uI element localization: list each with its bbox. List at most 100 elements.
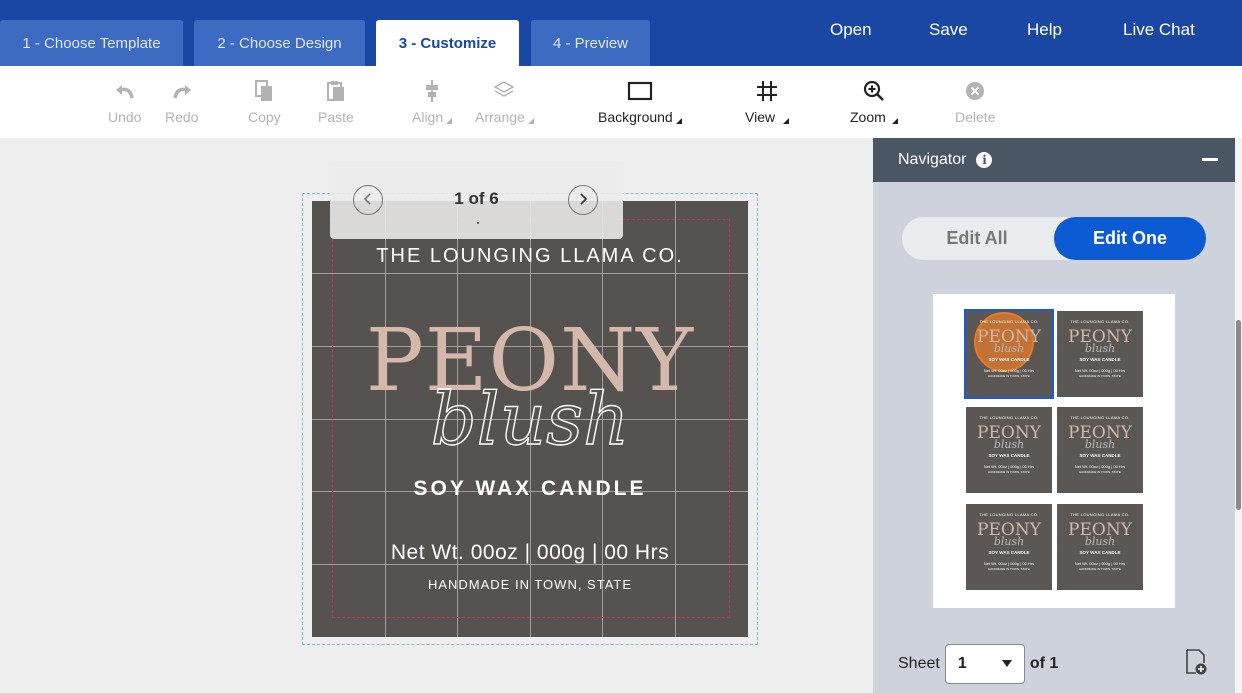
paste-button[interactable]: Paste: [318, 78, 354, 125]
zoom-button[interactable]: Zoom: [850, 78, 898, 125]
page-indicator: 1 of 6: [454, 189, 499, 208]
thumbnail-text: blush: [1084, 535, 1116, 548]
label-company-text[interactable]: THE LOUNGING LLAMA CO.: [312, 245, 748, 268]
redo-button[interactable]: Redo: [165, 78, 198, 125]
align-label: Align: [412, 109, 453, 125]
sheet-thumbnail[interactable]: THE LOUNGING LLAMA CO. PEONY blush SOY WAX …: [966, 407, 1052, 493]
edit-one-button[interactable]: Edit One: [1054, 217, 1206, 260]
paste-icon: [326, 78, 345, 104]
add-page-icon[interactable]: [1185, 649, 1207, 675]
open-link[interactable]: Open: [830, 20, 872, 40]
rectangle-icon: [627, 78, 653, 104]
thumbnail-text: blush: [993, 535, 1025, 548]
scrollbar[interactable]: [1235, 138, 1242, 693]
delete-label: Delete: [955, 109, 996, 125]
thumbnail-text: THE LOUNGING LLAMA CO.: [1070, 319, 1130, 324]
design-canvas: THE LOUNGING LLAMA CO. PEONY blush SOY W…: [0, 138, 873, 693]
delete-circle-icon: [965, 78, 985, 104]
thumbnail-text: Net Wt. 00oz | 000g | 00 Hrs: [1074, 368, 1126, 373]
sheet-label: Sheet: [898, 655, 940, 672]
thumbnail-text: HANDMADE IN TOWN, STATE: [1079, 470, 1121, 474]
zoom-in-icon: [863, 78, 885, 104]
align-button[interactable]: Align: [412, 78, 453, 125]
thumbnail-text: blush: [993, 342, 1025, 355]
thumbnail-text: HANDMADE IN TOWN, STATE: [988, 374, 1030, 378]
thumbnail-text: SOY WAX CANDLE: [1079, 357, 1121, 362]
thumbnail-text: blush: [1084, 438, 1116, 451]
navigator-panel: Navigator i Edit All Edit One THE LOUNGI…: [873, 138, 1235, 693]
background-button[interactable]: Background: [598, 78, 682, 125]
editor-toolbar: Undo Redo Copy Paste Align Arrange Backg…: [0, 66, 1242, 138]
view-label: View: [745, 109, 790, 125]
thumbnail-text: SOY WAX CANDLE: [1079, 453, 1121, 458]
navigator-header: Navigator i: [873, 138, 1235, 182]
thumbnail-text: Net Wt. 00oz | 000g | 00 Hrs: [1074, 464, 1126, 469]
chevron-left-icon: [363, 192, 373, 209]
label-product-text[interactable]: SOY WAX CANDLE: [312, 477, 748, 501]
thumbnail-text: THE LOUNGING LLAMA CO.: [1070, 512, 1130, 517]
previous-label-button[interactable]: [353, 185, 383, 215]
copy-icon: [255, 78, 273, 104]
thumbnail-text: blush: [993, 438, 1025, 451]
edit-all-button[interactable]: Edit All: [902, 217, 1052, 260]
sheet-thumbnail[interactable]: THE LOUNGING LLAMA CO. PEONY blush SOY WAX …: [1057, 504, 1143, 590]
copy-label: Copy: [248, 109, 281, 125]
copy-button[interactable]: Copy: [248, 78, 281, 125]
arrange-label: Arrange: [475, 109, 534, 125]
view-button[interactable]: View: [745, 78, 790, 125]
arrange-button[interactable]: Arrange: [475, 78, 534, 125]
caret-down-icon: [1001, 655, 1012, 673]
redo-label: Redo: [165, 109, 199, 125]
thumbnail-text: Net Wt. 00oz | 000g | 00 Hrs: [1074, 561, 1126, 566]
sheet-selector-row: Sheet 1 of 1: [898, 644, 1058, 684]
paste-label: Paste: [318, 109, 354, 125]
thumbnail-text: HANDMADE IN TOWN, STATE: [1079, 374, 1121, 378]
thumbnail-text: THE LOUNGING LLAMA CO.: [979, 415, 1039, 420]
label-pager: 1 of 6: [330, 161, 623, 239]
top-navigation-bar: 1 - Choose Template 2 - Choose Design 3 …: [0, 0, 1242, 66]
tab-customize[interactable]: 3 - Customize: [376, 20, 519, 66]
grid-icon: [756, 78, 778, 104]
thumbnail-text: SOY WAX CANDLE: [988, 550, 1030, 555]
save-link[interactable]: Save: [929, 20, 968, 40]
thumbnail-text: HANDMADE IN TOWN, STATE: [1079, 567, 1121, 571]
sheet-select-value: 1: [957, 655, 967, 672]
label-script-text[interactable]: blush: [312, 376, 748, 461]
thumbnail-text: SOY WAX CANDLE: [988, 357, 1030, 362]
tab-choose-design[interactable]: 2 - Choose Design: [194, 20, 365, 66]
scrollbar-thumb[interactable]: [1236, 320, 1241, 510]
live-chat-link[interactable]: Live Chat: [1123, 20, 1195, 40]
label-weight-text[interactable]: Net Wt. 00oz | 000g | 00 Hrs: [312, 541, 748, 565]
layers-icon: [493, 78, 515, 104]
sheet-thumbnail[interactable]: THE LOUNGING LLAMA CO. PEONY blush SOY WAX …: [1057, 407, 1143, 493]
thumbnail-text: SOY WAX CANDLE: [1079, 550, 1121, 555]
zoom-label: Zoom: [850, 109, 898, 125]
thumbnail-text: blush: [1084, 342, 1116, 355]
sheet-select[interactable]: 1: [944, 644, 1025, 684]
thumbnail-text: HANDMADE IN TOWN, STATE: [988, 567, 1030, 571]
tab-choose-template[interactable]: 1 - Choose Template: [0, 20, 183, 66]
sheet-preview: THE LOUNGING LLAMA CO. PEONY blush SOY WAX …: [933, 294, 1175, 608]
label-design[interactable]: THE LOUNGING LLAMA CO. PEONY blush SOY W…: [312, 201, 748, 637]
next-label-button[interactable]: [568, 185, 598, 215]
tab-preview[interactable]: 4 - Preview: [531, 20, 650, 66]
undo-button[interactable]: Undo: [108, 78, 141, 125]
help-link[interactable]: Help: [1027, 20, 1062, 40]
thumbnail-text: Net Wt. 00oz | 000g | 00 Hrs: [983, 368, 1035, 373]
sheet-count: of 1: [1029, 655, 1059, 672]
redo-icon: [171, 78, 193, 104]
sheet-thumbnail[interactable]: THE LOUNGING LLAMA CO. PEONY blush SOY WAX …: [966, 504, 1052, 590]
sheet-thumbnail[interactable]: THE LOUNGING LLAMA CO. PEONY blush SOY WAX …: [1057, 311, 1143, 397]
label-origin-text[interactable]: HANDMADE IN TOWN, STATE: [312, 577, 748, 592]
thumbnail-text: THE LOUNGING LLAMA CO.: [1070, 415, 1130, 420]
edit-mode-toggle: Edit All Edit One: [902, 217, 1206, 260]
minus-icon[interactable]: [1202, 158, 1218, 161]
sheet-thumbnail[interactable]: THE LOUNGING LLAMA CO. PEONY blush SOY WAX …: [964, 309, 1054, 399]
thumbnail-text: SOY WAX CANDLE: [988, 453, 1030, 458]
thumbnail-text: Net Wt. 00oz | 000g | 00 Hrs: [983, 464, 1035, 469]
delete-button[interactable]: Delete: [955, 78, 995, 125]
chevron-right-icon: [578, 192, 588, 209]
info-icon[interactable]: i: [976, 152, 993, 168]
thumbnail-text: THE LOUNGING LLAMA CO.: [979, 319, 1039, 324]
thumbnail-text: THE LOUNGING LLAMA CO.: [979, 512, 1039, 517]
